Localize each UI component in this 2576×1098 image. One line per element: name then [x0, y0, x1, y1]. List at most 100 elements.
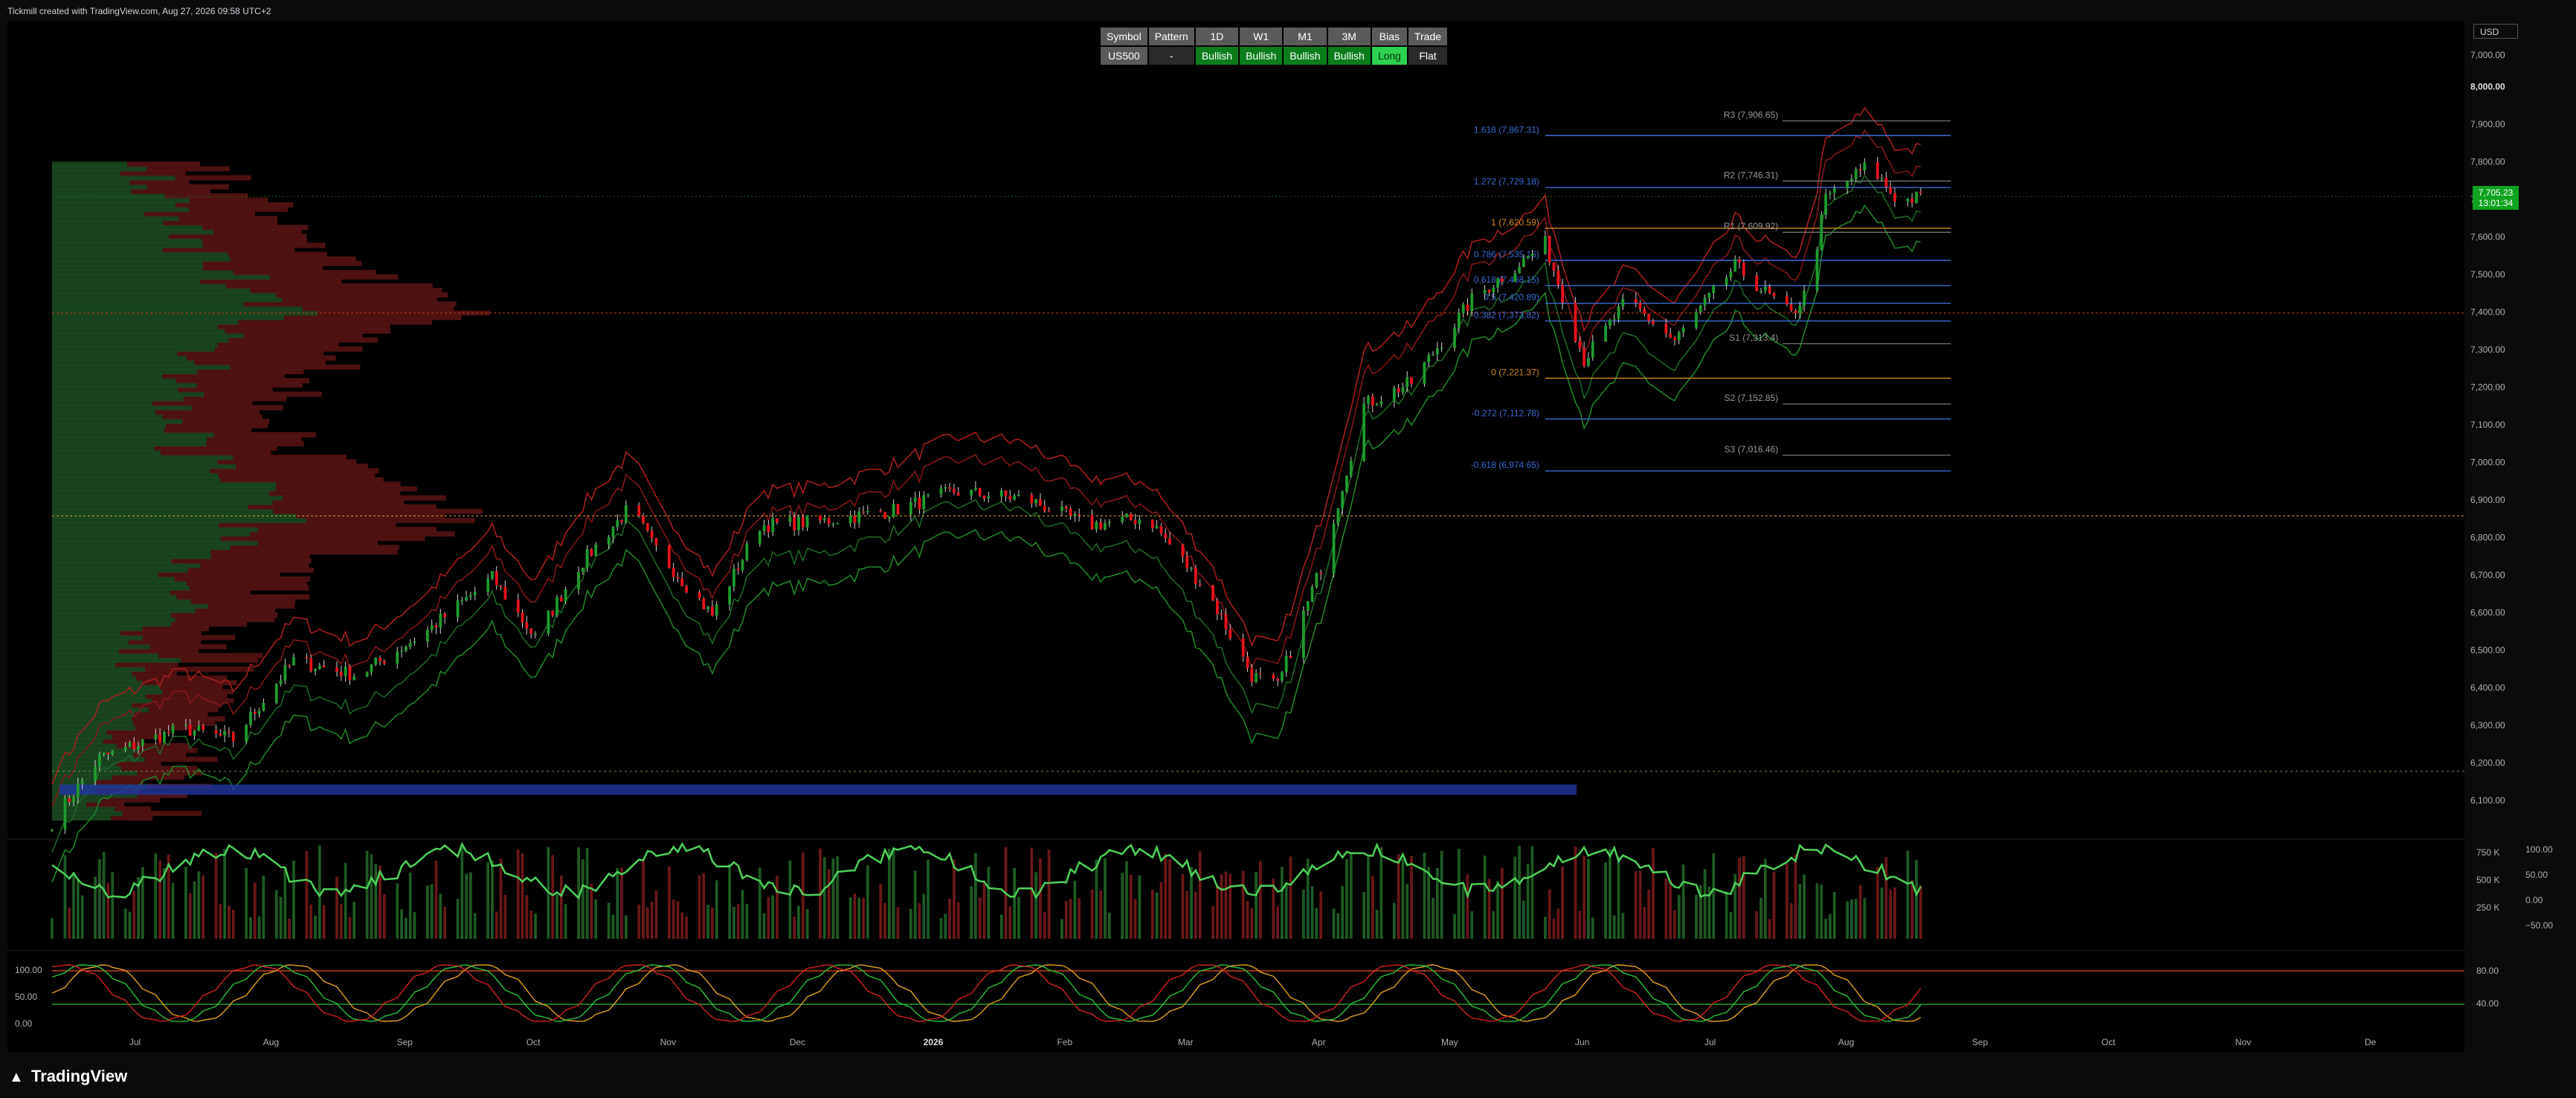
- volume-bar-up: [1453, 914, 1456, 939]
- volume-bar-down: [68, 908, 71, 939]
- profile-bar-up: [52, 810, 123, 816]
- volume-bar-down: [1229, 873, 1232, 939]
- profile-bar-up: [52, 202, 176, 208]
- volume-bar-up: [1850, 899, 1853, 939]
- profile-bar-down: [226, 283, 433, 289]
- volume-bar-up: [1095, 859, 1098, 939]
- candle-up: [1604, 325, 1608, 342]
- volume-bar-down: [667, 866, 671, 939]
- volume-bar-up: [1138, 875, 1142, 939]
- profile-bar-down: [176, 378, 310, 384]
- candle-up: [1846, 181, 1849, 189]
- tradingview-logo[interactable]: ▲ TradingView: [9, 1067, 127, 1086]
- profile-bar-up: [52, 738, 103, 744]
- volume-bar-down: [1552, 918, 1556, 939]
- profile-bar-down: [283, 315, 462, 321]
- volume-bar-up: [1013, 867, 1017, 939]
- time-axis-label: De: [2365, 1037, 2377, 1047]
- volume-bar-down: [1794, 855, 1797, 939]
- candle-up: [836, 523, 840, 524]
- volume-bar-up: [1681, 864, 1685, 939]
- volume-bar-up: [465, 873, 468, 939]
- price-axis-label: 7,100.00: [2470, 420, 2505, 430]
- volume-bar-up: [1440, 850, 1443, 939]
- currency-selector[interactable]: USD: [2473, 24, 2518, 39]
- candle-up: [1496, 278, 1499, 288]
- candle-up: [1513, 273, 1517, 282]
- profile-bar-down: [122, 810, 202, 816]
- price-axis-label: 8,000.00: [2470, 81, 2505, 92]
- profile-bar-down: [142, 635, 236, 640]
- volume-bar-down: [253, 882, 257, 939]
- profile-bar-up: [52, 396, 184, 402]
- volume-bar-up: [1677, 894, 1681, 939]
- profile-bar-down: [213, 431, 317, 437]
- bias-trade: Flat: [1408, 47, 1448, 65]
- volume-bar-down: [1574, 847, 1577, 939]
- candle-up: [1803, 290, 1806, 306]
- candle-up: [262, 703, 265, 711]
- chart-canvas[interactable]: 1.618 (7,867.31) 1.272 (7,729.18) 1 (7,620…: [0, 0, 2576, 1098]
- profile-bar-up: [52, 567, 188, 573]
- candle-down: [1272, 674, 1275, 679]
- volume-bar-up: [128, 911, 132, 939]
- candle-up: [1759, 291, 1762, 292]
- volume-bar-down: [1755, 911, 1759, 939]
- profile-bar-up: [52, 179, 130, 185]
- profile-bar-down: [120, 630, 202, 636]
- candle-down: [819, 515, 822, 521]
- volume-bar-down: [1789, 903, 1793, 939]
- candle-down: [228, 731, 231, 733]
- profile-bar-up: [52, 608, 196, 614]
- volume-bar-up: [728, 864, 731, 939]
- profile-bar-down: [283, 495, 446, 501]
- volume-bar-down: [1643, 907, 1646, 939]
- volume-bar-up: [1392, 902, 1396, 939]
- chart-header: Tickmill created with TradingView.com, A…: [0, 0, 2576, 21]
- candle-down: [1858, 169, 1862, 171]
- volume-bar-down: [1289, 856, 1292, 939]
- profile-bar-up: [52, 269, 234, 275]
- candle-down: [680, 578, 684, 586]
- profile-bar-down: [142, 626, 210, 632]
- volume-bar-down: [801, 853, 805, 939]
- volume-bar-up: [154, 853, 158, 939]
- candle-down: [1786, 296, 1788, 305]
- candle-up: [1681, 327, 1685, 333]
- profile-bar-down: [127, 161, 201, 167]
- profile-bar-down: [189, 206, 289, 212]
- volume-bar-down: [1078, 898, 1081, 939]
- candle-up: [274, 684, 278, 704]
- candle-up: [1190, 568, 1193, 569]
- profile-bar-down: [183, 396, 287, 402]
- volume-bar-down: [1500, 867, 1504, 939]
- pivot-label: R3 (7,906.65): [1724, 109, 1778, 120]
- candle-down: [1224, 614, 1228, 629]
- volume-bar-up: [460, 847, 464, 939]
- profile-bar-down: [149, 643, 227, 649]
- time-axis-label: Dec: [790, 1037, 805, 1047]
- volume-bar-up: [1763, 858, 1767, 939]
- profile-bar-up: [52, 603, 208, 609]
- candle-up: [1405, 376, 1409, 388]
- profile-bar-up: [52, 590, 170, 595]
- volume-bar-up: [1906, 850, 1910, 939]
- profile-bar-up: [52, 328, 225, 334]
- volume-bar-up: [274, 890, 278, 939]
- candle-down: [1168, 538, 1171, 545]
- volume-bar-up: [939, 918, 943, 939]
- candle-up: [1423, 362, 1426, 384]
- profile-bar-down: [215, 346, 363, 352]
- volume-bar-up: [1155, 892, 1159, 939]
- candle-up: [534, 633, 537, 635]
- profile-bar-up: [52, 702, 132, 708]
- volume-bar-up: [1832, 891, 1836, 939]
- candle-up: [102, 752, 106, 755]
- candle-down: [1198, 583, 1202, 585]
- profile-bar-down: [171, 558, 312, 564]
- candle-up: [758, 530, 761, 545]
- fib-label: 1 (7,620.59): [1491, 217, 1539, 228]
- candle-down: [590, 549, 593, 556]
- volume-bar-down: [1181, 873, 1185, 939]
- profile-bar-down: [302, 306, 454, 312]
